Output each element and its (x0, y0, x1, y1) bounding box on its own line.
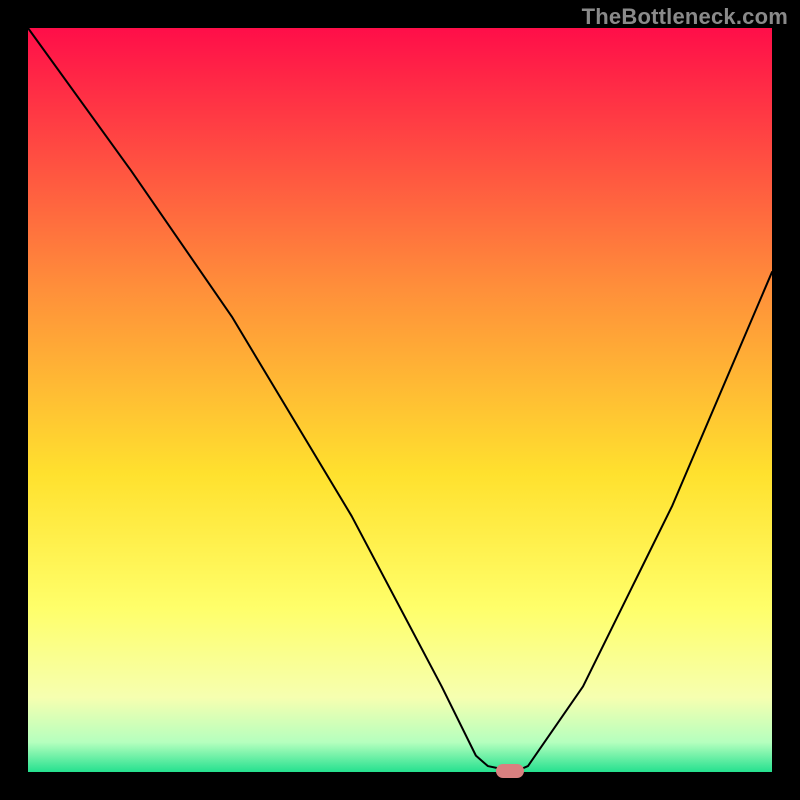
watermark-text: TheBottleneck.com (582, 4, 788, 30)
chart-container: TheBottleneck.com (0, 0, 800, 800)
chart-background (28, 28, 772, 772)
chart-svg (28, 28, 772, 772)
bottleneck-marker (496, 764, 524, 778)
plot-area (28, 28, 772, 772)
